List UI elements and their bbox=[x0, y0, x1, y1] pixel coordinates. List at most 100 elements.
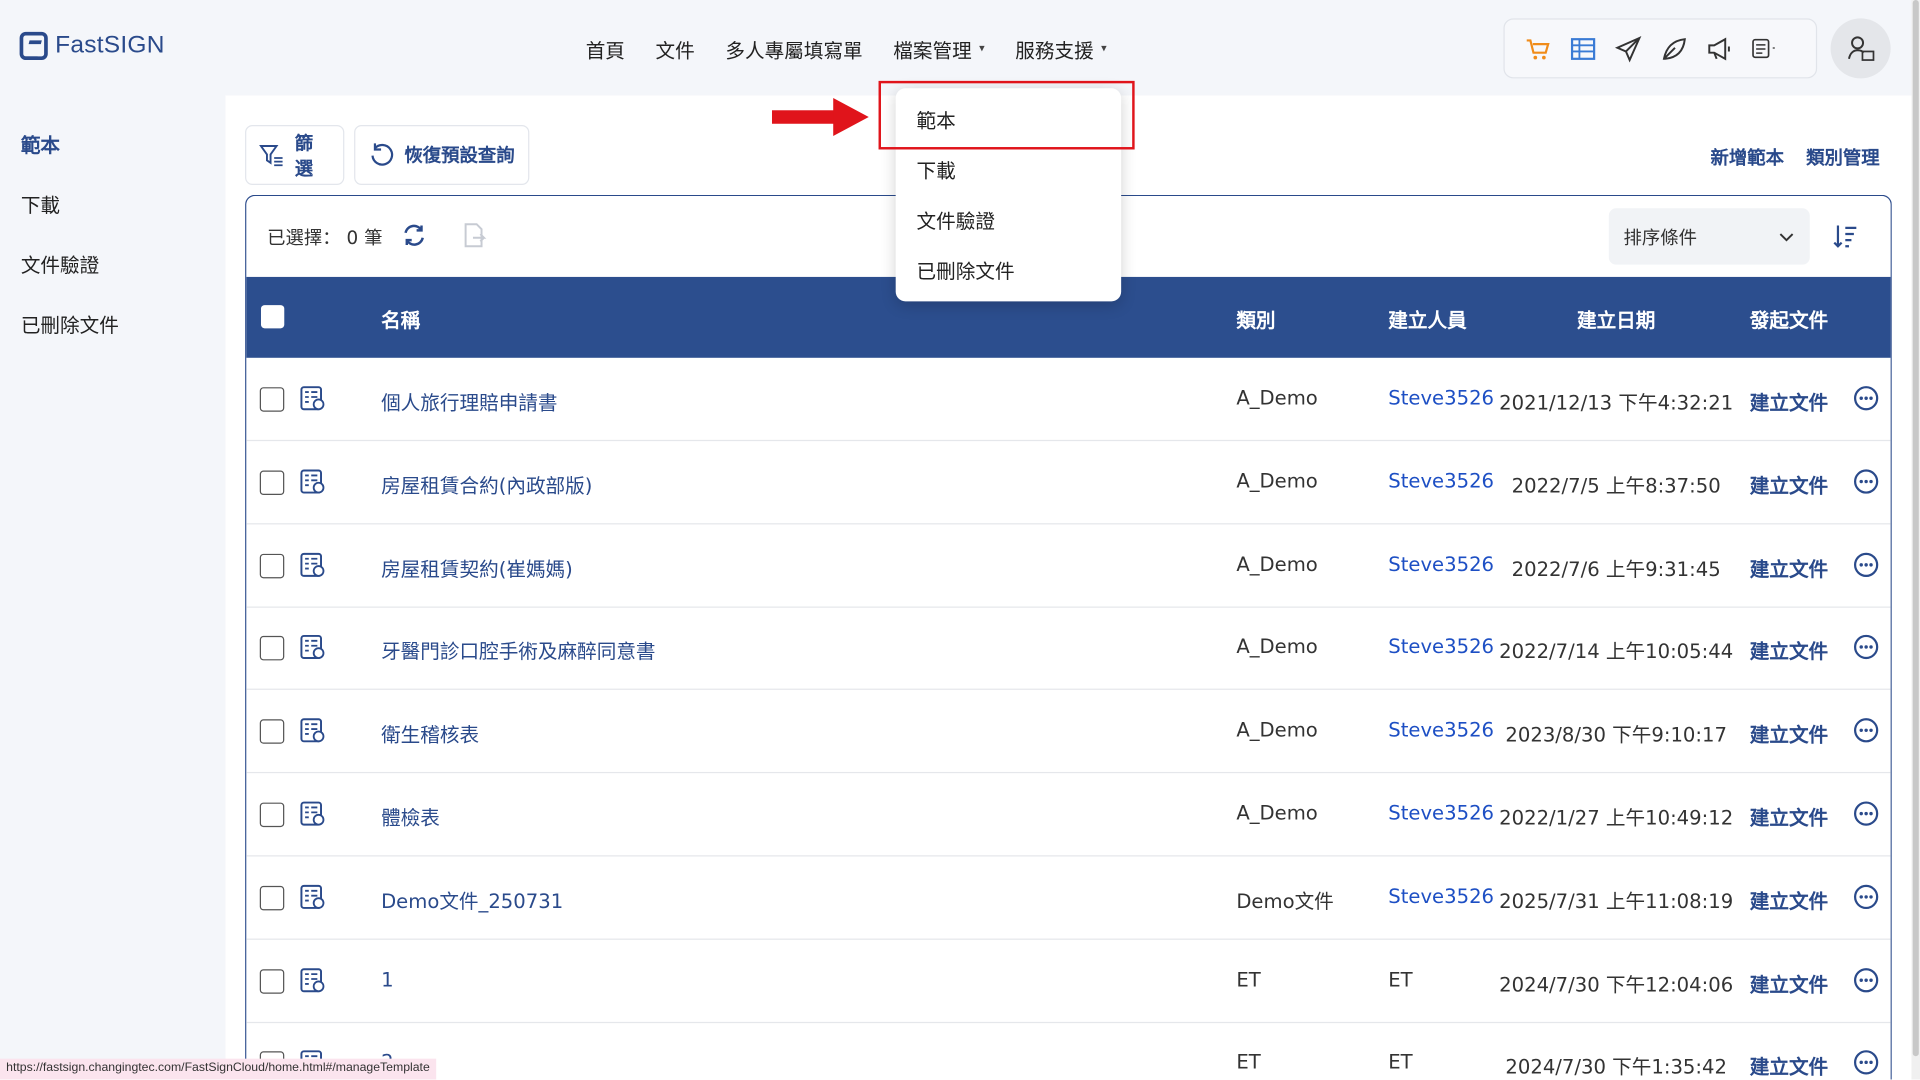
refresh-icon[interactable] bbox=[401, 222, 428, 254]
notes-icon[interactable] bbox=[1751, 35, 1778, 62]
template-creator[interactable]: Steve3526 bbox=[1388, 635, 1494, 658]
sidebar-item-verification[interactable]: 文件驗證 bbox=[21, 249, 99, 278]
filter-button[interactable]: 篩選 bbox=[245, 124, 345, 186]
nav-support[interactable]: 服務支援 ▾ bbox=[1015, 34, 1106, 63]
logo-icon bbox=[19, 31, 48, 61]
new-template-link[interactable]: 新增範本 bbox=[1711, 145, 1785, 171]
reset-query-button[interactable]: 恢復預設查詢 bbox=[354, 124, 530, 186]
sidebar-item-deleted[interactable]: 已刪除文件 bbox=[21, 309, 119, 338]
create-document-link[interactable]: 建立文件 bbox=[1750, 967, 1828, 996]
leaf-icon[interactable] bbox=[1660, 35, 1687, 62]
logo[interactable]: FastSIGN bbox=[19, 31, 165, 61]
dropdown-item-deleted[interactable]: 已刪除文件 bbox=[917, 255, 1015, 284]
create-document-link[interactable]: 建立文件 bbox=[1750, 635, 1828, 664]
template-category: A_Demo bbox=[1236, 469, 1318, 493]
more-options-icon[interactable] bbox=[1853, 966, 1880, 998]
template-name-link[interactable]: Demo文件_250731 bbox=[381, 884, 563, 913]
header-name[interactable]: 名稱 bbox=[381, 304, 420, 333]
select-all-checkbox[interactable] bbox=[260, 305, 285, 329]
template-created-date: 2025/7/31 上午11:08:19 bbox=[1499, 889, 1734, 913]
export-icon[interactable] bbox=[461, 222, 488, 254]
sort-direction-icon[interactable] bbox=[1832, 223, 1859, 255]
template-creator[interactable]: Steve3526 bbox=[1388, 469, 1494, 492]
annotation-arrow-icon bbox=[771, 98, 869, 137]
nav-label: 多人專屬填寫單 bbox=[725, 39, 863, 63]
dropdown-item-downloads[interactable]: 下載 bbox=[917, 154, 956, 183]
template-name-link[interactable]: 房屋租賃契約(崔媽媽) bbox=[381, 552, 573, 581]
header-category[interactable]: 類別 bbox=[1236, 304, 1275, 333]
template-creator[interactable]: Steve3526 bbox=[1388, 718, 1494, 741]
more-options-icon[interactable] bbox=[1853, 385, 1880, 417]
row-checkbox[interactable] bbox=[259, 968, 285, 994]
dropdown-item-verification[interactable]: 文件驗證 bbox=[917, 205, 995, 234]
sidebar-item-downloads[interactable]: 下載 bbox=[21, 189, 60, 218]
selection-label: 已選擇： bbox=[267, 226, 341, 249]
template-category: A_Demo bbox=[1236, 635, 1318, 659]
create-document-link[interactable]: 建立文件 bbox=[1750, 469, 1828, 498]
row-checkbox[interactable] bbox=[259, 802, 285, 828]
template-doc-icon bbox=[299, 385, 326, 417]
user-icon bbox=[1847, 35, 1874, 61]
scrollbar-thumb[interactable] bbox=[1912, 0, 1919, 1057]
more-options-icon[interactable] bbox=[1853, 800, 1880, 832]
selection-count: 已選擇： 0 筆 bbox=[267, 224, 382, 250]
filter-label: 篩選 bbox=[294, 131, 314, 180]
row-checkbox[interactable] bbox=[259, 553, 285, 578]
row-checkbox[interactable] bbox=[259, 387, 285, 412]
create-document-link[interactable]: 建立文件 bbox=[1750, 718, 1828, 747]
nav-documents[interactable]: 文件 bbox=[656, 34, 695, 63]
header-creator[interactable]: 建立人員 bbox=[1388, 304, 1466, 333]
template-name-link[interactable]: 個人旅行理賠申請書 bbox=[381, 386, 557, 415]
template-category: A_Demo bbox=[1236, 385, 1318, 410]
more-options-icon[interactable] bbox=[1853, 468, 1880, 500]
template-created-date: 2024/7/30 下午12:04:06 bbox=[1499, 972, 1734, 996]
template-name-link[interactable]: 牙醫門診口腔手術及麻醉同意書 bbox=[381, 635, 655, 664]
template-category: Demo文件 bbox=[1236, 889, 1334, 913]
template-creator[interactable]: Steve3526 bbox=[1388, 552, 1494, 575]
header-created-date[interactable]: 建立日期 bbox=[1577, 304, 1655, 333]
nav-forms[interactable]: 多人專屬填寫單 bbox=[725, 34, 862, 63]
create-document-link[interactable]: 建立文件 bbox=[1750, 1051, 1828, 1080]
selection-number: 0 bbox=[346, 226, 359, 249]
nav-label: 檔案管理 bbox=[893, 39, 972, 63]
sort-select[interactable]: 排序條件 bbox=[1608, 208, 1810, 265]
create-document-link[interactable]: 建立文件 bbox=[1750, 801, 1828, 830]
template-creator[interactable]: Steve3526 bbox=[1388, 801, 1494, 824]
main-nav: 首頁 文件 多人專屬填寫單 檔案管理 ▾ 服務支援 ▾ bbox=[586, 34, 1138, 63]
more-options-icon[interactable] bbox=[1853, 551, 1880, 583]
create-document-link[interactable]: 建立文件 bbox=[1750, 884, 1828, 913]
template-creator: ET bbox=[1388, 1050, 1413, 1074]
row-checkbox[interactable] bbox=[259, 885, 285, 911]
template-category: A_Demo bbox=[1236, 718, 1318, 742]
megaphone-icon[interactable] bbox=[1706, 35, 1733, 62]
cart-icon[interactable] bbox=[1524, 35, 1551, 62]
annotation-highlight-box bbox=[878, 80, 1135, 150]
category-manage-link[interactable]: 類別管理 bbox=[1806, 145, 1880, 171]
row-checkbox[interactable] bbox=[259, 636, 285, 661]
template-created-date: 2022/7/6 上午9:31:45 bbox=[1511, 557, 1721, 581]
nav-file-management[interactable]: 檔案管理 ▾ bbox=[893, 34, 984, 63]
template-creator[interactable]: Steve3526 bbox=[1388, 386, 1494, 409]
template-doc-icon bbox=[299, 800, 326, 832]
sidebar-item-templates[interactable]: 範本 bbox=[21, 129, 60, 158]
row-checkbox[interactable] bbox=[259, 719, 285, 744]
template-name-link[interactable]: 房屋租賃合約(內政部版) bbox=[381, 469, 592, 498]
nav-home[interactable]: 首頁 bbox=[586, 34, 625, 63]
template-doc-icon bbox=[299, 966, 326, 998]
row-checkbox[interactable] bbox=[259, 470, 285, 495]
template-name-link[interactable]: 衛生稽核表 bbox=[381, 718, 479, 747]
send-icon[interactable] bbox=[1614, 35, 1642, 62]
table-icon[interactable] bbox=[1570, 35, 1597, 62]
template-creator[interactable]: Steve3526 bbox=[1388, 884, 1494, 907]
table-row: 牙醫門診口腔手術及麻醉同意書 A_Demo Steve3526 2022/7/14 上… bbox=[246, 607, 1891, 691]
more-options-icon[interactable] bbox=[1853, 883, 1880, 915]
template-name-link[interactable]: 1 bbox=[381, 967, 393, 990]
user-avatar[interactable] bbox=[1830, 18, 1891, 79]
more-options-icon[interactable] bbox=[1853, 634, 1880, 666]
more-options-icon[interactable] bbox=[1853, 1049, 1880, 1079]
create-document-link[interactable]: 建立文件 bbox=[1750, 552, 1828, 581]
quick-toolbox bbox=[1503, 18, 1818, 79]
create-document-link[interactable]: 建立文件 bbox=[1750, 386, 1828, 415]
more-options-icon[interactable] bbox=[1853, 717, 1880, 749]
template-name-link[interactable]: 體檢表 bbox=[381, 801, 440, 830]
